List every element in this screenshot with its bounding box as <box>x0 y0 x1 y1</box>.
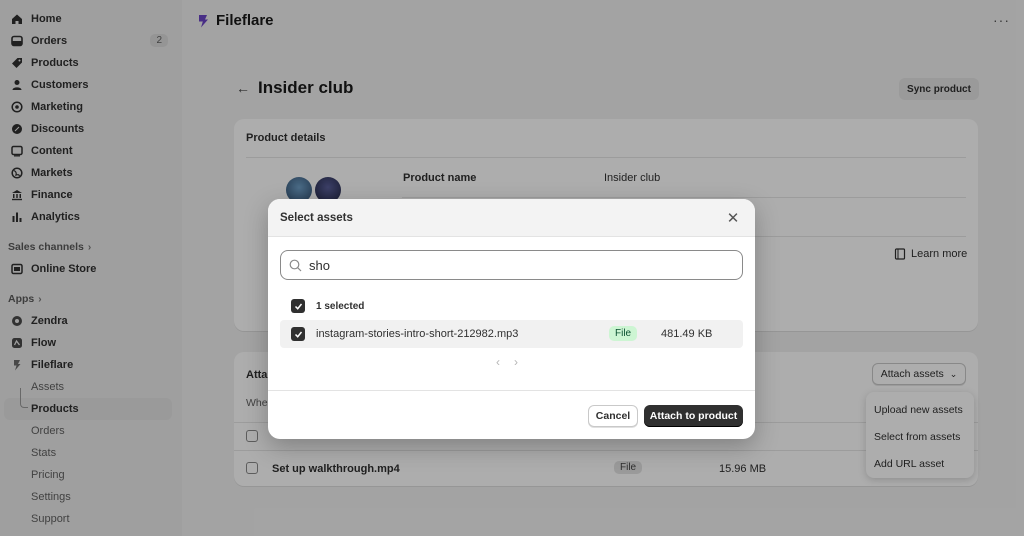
selected-count: 1 selected <box>316 301 365 312</box>
checkmark-icon <box>294 303 302 310</box>
cancel-button[interactable]: Cancel <box>588 405 638 427</box>
select-all-checkbox[interactable] <box>291 299 305 313</box>
select-assets-modal: Select assets ✕ 1 selected instagram-sto… <box>268 199 755 439</box>
modal-title: Select assets <box>280 211 353 224</box>
close-icon[interactable]: ✕ <box>725 210 741 227</box>
modal-header: Select assets ✕ <box>268 199 755 237</box>
attach-to-product-button[interactable]: Attach to product <box>644 405 743 427</box>
search-input[interactable] <box>309 257 709 273</box>
search-field[interactable] <box>280 250 743 280</box>
asset-row[interactable]: instagram-stories-intro-short-212982.mp3… <box>280 320 743 348</box>
asset-checkbox[interactable] <box>291 327 305 341</box>
checkmark-icon <box>294 331 302 338</box>
search-icon <box>289 259 302 271</box>
chevron-left-icon[interactable]: ‹ <box>496 355 500 369</box>
pagination: ‹ › <box>496 355 518 369</box>
asset-file-name: instagram-stories-intro-short-212982.mp3 <box>316 328 519 340</box>
modal-footer: Cancel Attach to product <box>268 390 755 439</box>
asset-file-size: 481.49 KB <box>661 328 713 340</box>
chevron-right-icon[interactable]: › <box>514 355 518 369</box>
file-type-badge: File <box>609 326 638 341</box>
